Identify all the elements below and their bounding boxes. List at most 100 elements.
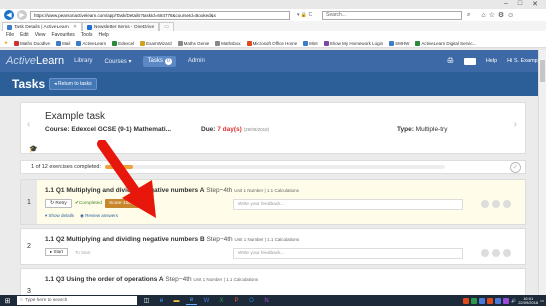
tray-icon[interactable] bbox=[479, 297, 486, 304]
tab-newsletter[interactable]: Newsletter Items - OneDrive bbox=[81, 22, 160, 31]
fav-item[interactable]: SMHW bbox=[389, 40, 409, 46]
tray-icon[interactable] bbox=[471, 297, 478, 304]
exercise-number: 1 bbox=[21, 180, 37, 224]
circle-icon[interactable] bbox=[492, 249, 500, 257]
circle-icon[interactable] bbox=[492, 200, 500, 208]
tab-task-details[interactable]: Task Details | ActiveLearn ✕ bbox=[2, 22, 82, 31]
settings-icon[interactable]: ⚙ bbox=[498, 11, 504, 19]
fav-item[interactable]: ActiveLearn bbox=[76, 40, 106, 46]
volume-icon[interactable]: 🔊 bbox=[511, 298, 516, 303]
close-button[interactable]: ✕ bbox=[532, 0, 538, 9]
menu-bar: File Edit View Favourites Tools Help bbox=[0, 31, 546, 39]
minimize-button[interactable]: – bbox=[504, 0, 508, 9]
back-icon[interactable]: ◀ bbox=[4, 10, 14, 20]
tasks-header: Tasks ◂ Return to tasks bbox=[0, 72, 546, 96]
powerpoint-icon[interactable]: P bbox=[231, 296, 242, 305]
tray-icon[interactable] bbox=[495, 297, 502, 304]
tray-icon[interactable] bbox=[463, 297, 470, 304]
notifications-icon[interactable]: ▭ bbox=[540, 298, 544, 303]
task-type: Type: Multiple-try bbox=[397, 126, 448, 133]
fav-item[interactable]: Maths Doodlve bbox=[14, 40, 50, 46]
onenote-icon[interactable]: N bbox=[261, 296, 272, 305]
favourites-bar: ★ Maths Doodlve Mail ActiveLearn Edexcel… bbox=[0, 39, 546, 48]
task-due: Due: 7 day(s) (29/09/2018) bbox=[201, 126, 270, 133]
windows-taskbar: ⊞ ○ Type here to search ◫ e ▬ e W X P O N… bbox=[0, 295, 546, 306]
fav-icon bbox=[389, 40, 395, 46]
start-button[interactable]: ▸ Start bbox=[45, 248, 69, 256]
print-icon[interactable]: 🖨 bbox=[447, 58, 454, 64]
fav-item[interactable]: Mail bbox=[56, 40, 70, 46]
windows-start-icon[interactable]: ⊞ bbox=[2, 295, 13, 306]
fav-item[interactable]: Edexcel bbox=[112, 40, 134, 46]
exercise-title[interactable]: 1.1 Q2 Multiplying and dividing negative… bbox=[45, 236, 299, 243]
exercise-number: 2 bbox=[27, 243, 31, 250]
nav-admin[interactable]: Admin bbox=[188, 58, 205, 64]
ie-icon[interactable]: e bbox=[186, 296, 197, 305]
new-tab-button[interactable]: ▭ bbox=[159, 22, 174, 31]
circle-icon[interactable] bbox=[503, 200, 511, 208]
show-details-link[interactable]: ▾ Show details bbox=[45, 213, 74, 219]
taskbar-search-input[interactable]: ○ Type here to search bbox=[17, 296, 137, 305]
outlook-icon[interactable]: O bbox=[246, 296, 257, 305]
help-link[interactable]: Help bbox=[486, 58, 497, 64]
fav-item[interactable]: Mathsbox bbox=[215, 40, 241, 46]
close-tab-icon[interactable]: ✕ bbox=[73, 25, 77, 30]
circle-icon[interactable] bbox=[481, 249, 489, 257]
menu-view[interactable]: View bbox=[35, 32, 46, 38]
fav-icon bbox=[303, 40, 309, 46]
tray-icon[interactable] bbox=[487, 297, 494, 304]
menu-tools[interactable]: Tools bbox=[81, 32, 93, 38]
chevron-right-icon[interactable]: › bbox=[514, 119, 517, 130]
menu-help[interactable]: Help bbox=[98, 32, 108, 38]
retry-button[interactable]: ↻ Retry bbox=[45, 199, 72, 208]
nav-courses[interactable]: Courses ▾ bbox=[104, 58, 131, 65]
search-input[interactable]: Search... bbox=[322, 10, 462, 20]
smiley-icon[interactable]: ☺ bbox=[507, 12, 514, 19]
chevron-left-icon[interactable]: ‹ bbox=[27, 119, 30, 130]
tray-icon[interactable] bbox=[503, 297, 510, 304]
circle-icon[interactable] bbox=[481, 200, 489, 208]
edge-icon[interactable]: e bbox=[156, 296, 167, 305]
home-icon[interactable]: ⌂ bbox=[481, 12, 485, 19]
favourites-icon[interactable]: ☆ bbox=[489, 11, 495, 19]
fav-item[interactable]: Mint bbox=[303, 40, 318, 46]
explorer-icon[interactable]: ▬ bbox=[171, 296, 182, 305]
feedback-input[interactable]: Write your feedback... bbox=[233, 199, 463, 210]
menu-favourites[interactable]: Favourites bbox=[51, 32, 74, 38]
fav-icon bbox=[76, 40, 82, 46]
fav-item[interactable]: Microsoft Office Home bbox=[246, 40, 297, 46]
nav-tasks[interactable]: Tasks 0 bbox=[143, 55, 176, 67]
fav-icon bbox=[246, 40, 252, 46]
page-scrollbar[interactable] bbox=[538, 50, 546, 295]
maximize-button[interactable]: □ bbox=[518, 0, 522, 9]
fav-item[interactable]: Maths Genie bbox=[177, 40, 209, 46]
cortana-icon[interactable]: ◫ bbox=[141, 296, 152, 305]
red-arrow-annotation bbox=[97, 140, 156, 218]
favourites-star-icon: ★ bbox=[4, 40, 9, 45]
progress-text: 1 of 12 exercises completed: bbox=[31, 164, 102, 170]
clock[interactable]: 16:01 22/09/2018 bbox=[518, 296, 538, 305]
exercise-title[interactable]: 1.1 Q3 Using the order of operations A S… bbox=[45, 276, 258, 283]
messages-icon[interactable] bbox=[463, 57, 476, 65]
fav-item[interactable]: Show My Homework Login bbox=[323, 40, 383, 46]
address-bar-icons[interactable]: ▾ 🔒 C bbox=[297, 12, 319, 18]
fav-icon bbox=[14, 40, 20, 46]
nav-library[interactable]: Library bbox=[74, 58, 92, 64]
excel-icon[interactable]: X bbox=[216, 296, 227, 305]
circle-icon[interactable] bbox=[503, 249, 511, 257]
menu-edit[interactable]: Edit bbox=[20, 32, 29, 38]
search-icon[interactable]: ⌕ bbox=[467, 12, 470, 19]
scroll-thumb[interactable] bbox=[540, 60, 545, 82]
forward-icon[interactable]: ▶ bbox=[17, 10, 27, 20]
fav-item[interactable]: ExamWizard bbox=[140, 40, 172, 46]
return-to-tasks-button[interactable]: ◂ Return to tasks bbox=[49, 78, 97, 90]
url-input[interactable]: https://www.pearsonactivelearn.com/app/T… bbox=[30, 10, 290, 20]
activelearn-logo[interactable]: ActiveLearn bbox=[6, 55, 64, 67]
menu-file[interactable]: File bbox=[6, 32, 14, 38]
exercise-title[interactable]: 1.1 Q1 Multiplying and dividing negative… bbox=[45, 187, 299, 194]
fav-item[interactable]: ActiveLearn Digital Servic... bbox=[415, 40, 476, 46]
user-menu[interactable]: Hi S. Example bbox=[507, 58, 542, 64]
word-icon[interactable]: W bbox=[201, 296, 212, 305]
fav-icon bbox=[140, 40, 146, 46]
feedback-input[interactable]: Write your feedback... bbox=[233, 248, 463, 259]
